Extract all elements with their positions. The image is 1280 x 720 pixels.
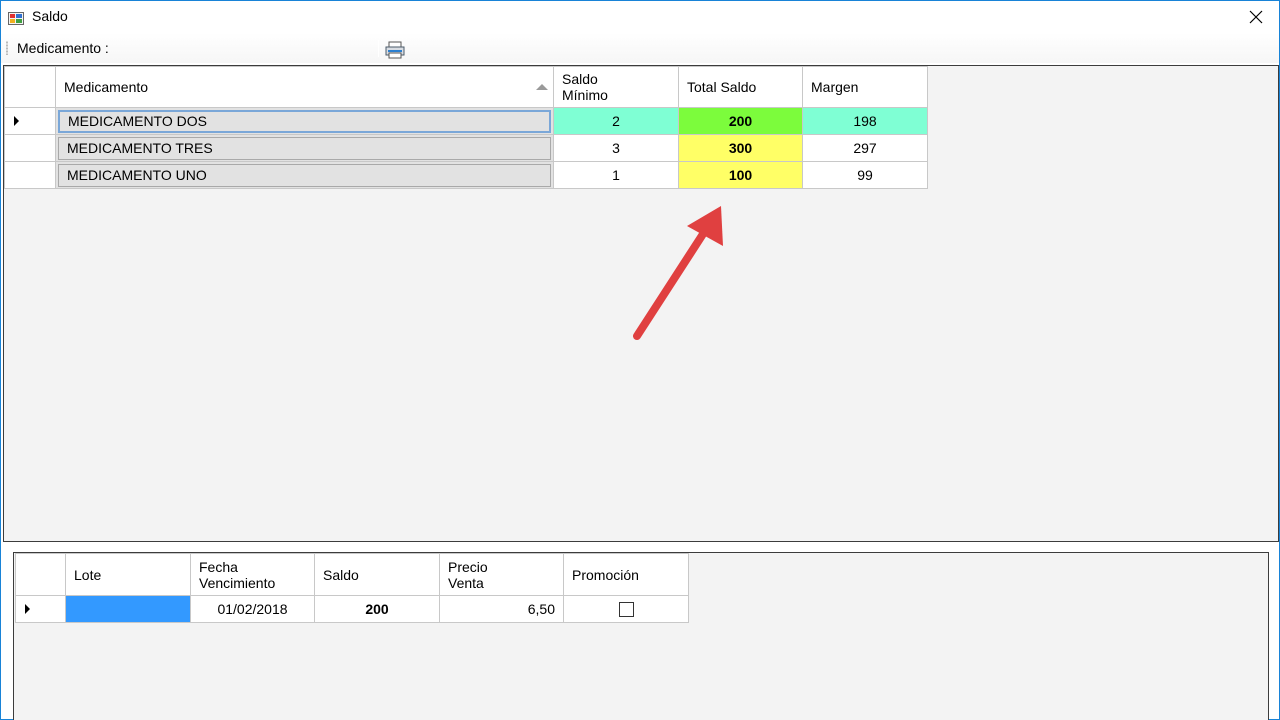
cell-total-saldo[interactable]: 300 [678,134,803,162]
table-row[interactable]: 01/02/2018 200 6,50 [15,595,689,623]
column-label-fecha-1: Fecha [199,558,238,575]
column-header-medicamento[interactable]: Medicamento [55,66,554,108]
column-label-saldo: Saldo [323,566,359,583]
cell-saldo-minimo[interactable]: 2 [553,107,679,135]
sort-ascending-icon [536,84,548,90]
column-header-margen[interactable]: Margen [802,66,928,108]
medicamento-label: Medicamento : [17,40,109,56]
row-header-corner[interactable] [4,66,56,108]
cell-margen[interactable]: 198 [802,107,928,135]
cell-saldo[interactable]: 200 [314,595,440,623]
column-label-medicamento: Medicamento [64,79,149,95]
promocion-checkbox[interactable] [618,602,634,618]
row-header-corner[interactable] [15,553,66,596]
column-label-precio-2: Venta [448,574,484,591]
lotes-panel: Lote Fecha Vencimiento Saldo Precio Vent… [13,552,1269,720]
medicamentos-grid: Medicamento Saldo Mínimo Total Saldo Mar… [4,66,928,189]
cell-total-saldo[interactable]: 100 [678,161,803,189]
toolbar: Medicamento : [1,33,1279,63]
current-row-icon [25,604,30,614]
column-header-total-saldo[interactable]: Total Saldo [678,66,803,108]
lotes-grid: Lote Fecha Vencimiento Saldo Precio Vent… [15,553,689,623]
cell-margen[interactable]: 297 [802,134,928,162]
current-row-icon [14,116,19,126]
saldo-window: Saldo Medicamento : Medicamento Saldo Mí… [0,0,1280,720]
toolbar-grip[interactable] [6,41,8,55]
cell-total-saldo[interactable]: 200 [678,107,803,135]
annotation-arrow-icon [633,206,723,340]
column-header-saldo-minimo[interactable]: Saldo Mínimo [553,66,679,108]
table-row[interactable]: MEDICAMENTO TRES 3 300 297 [4,134,928,162]
cell-lote[interactable] [65,595,191,623]
table-row[interactable]: MEDICAMENTO UNO 1 100 99 [4,161,928,189]
cell-medicamento[interactable]: MEDICAMENTO UNO [55,161,554,189]
cell-fecha-vencimiento[interactable]: 01/02/2018 [190,595,315,623]
column-header-fecha-vencimiento[interactable]: Fecha Vencimiento [190,553,315,596]
title-bar[interactable]: Saldo [1,1,1279,32]
column-label-saldo-minimo-2: Mínimo [562,87,608,103]
cell-saldo-minimo[interactable]: 1 [553,161,679,189]
row-header[interactable] [4,107,56,135]
cell-medicamento-text: MEDICAMENTO UNO [58,163,551,187]
column-label-promocion: Promoción [572,566,639,583]
column-header-promocion[interactable]: Promoción [563,553,689,596]
cell-medicamento[interactable]: MEDICAMENTO TRES [55,134,554,162]
column-header-lote[interactable]: Lote [65,553,191,596]
row-header[interactable] [4,134,56,162]
column-label-margen: Margen [811,79,859,95]
cell-medicamento-text: MEDICAMENTO DOS [58,109,551,133]
cell-medicamento[interactable]: MEDICAMENTO DOS [55,107,554,135]
cell-margen[interactable]: 99 [802,161,928,189]
column-label-precio-1: Precio [448,558,488,575]
close-icon [1249,10,1263,23]
row-header[interactable] [15,595,66,623]
printer-icon[interactable] [385,41,405,59]
column-label-fecha-2: Vencimiento [199,574,276,591]
column-label-saldo-minimo-1: Saldo [562,71,598,87]
column-header-precio-venta[interactable]: Precio Venta [439,553,564,596]
close-button[interactable] [1233,1,1279,32]
toolbar-separator [378,40,379,57]
column-label-lote: Lote [74,566,102,583]
app-icon [8,12,24,25]
column-header-saldo[interactable]: Saldo [314,553,440,596]
cell-promocion[interactable] [563,595,689,623]
grid-header-row: Lote Fecha Vencimiento Saldo Precio Vent… [15,553,689,596]
table-row[interactable]: MEDICAMENTO DOS 2 200 198 [4,107,928,135]
window-title: Saldo [32,8,68,24]
row-header[interactable] [4,161,56,189]
cell-saldo-minimo[interactable]: 3 [553,134,679,162]
grid-header-row: Medicamento Saldo Mínimo Total Saldo Mar… [4,66,928,108]
column-label-total-saldo: Total Saldo [687,79,757,95]
cell-precio-venta[interactable]: 6,50 [439,595,564,623]
cell-medicamento-text: MEDICAMENTO TRES [58,136,551,160]
